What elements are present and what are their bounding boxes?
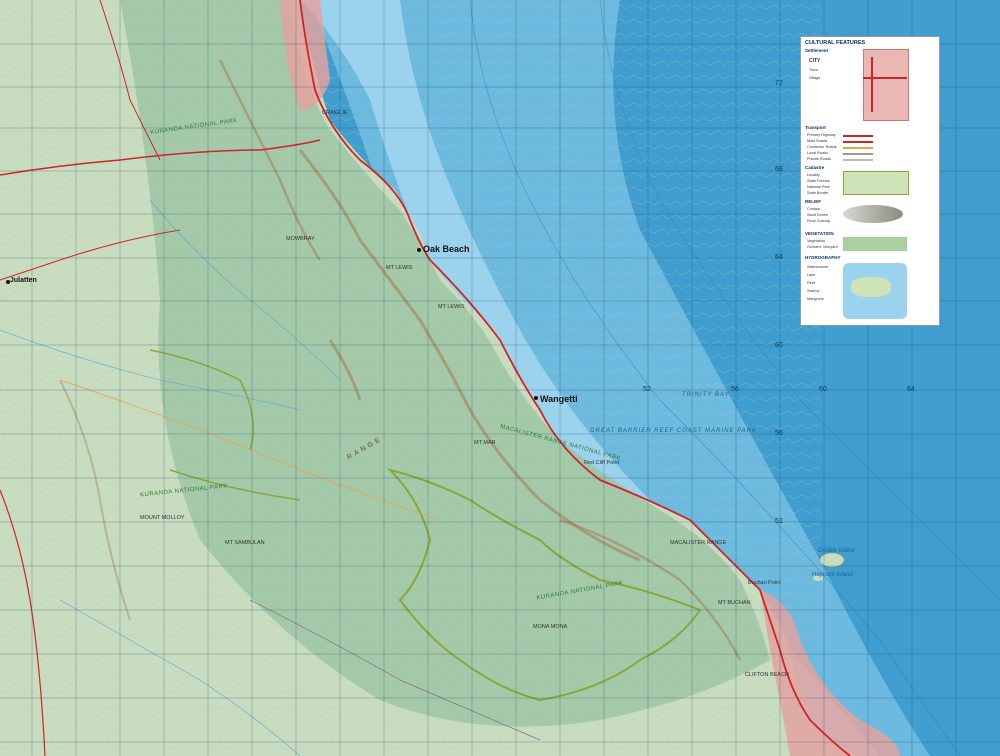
legend-heading-vegetation: VEGETATION	[805, 231, 834, 236]
label-oak-beach[interactable]: Oak Beach	[423, 244, 470, 254]
legend-urban-swatch	[863, 49, 909, 121]
legend-line-local	[843, 153, 873, 155]
label-mt-buchan[interactable]: MT BUCHAN	[718, 600, 751, 606]
map-legend[interactable]: CULTURAL FEATURES Settlement CITY Town V…	[800, 36, 940, 326]
legend-urban-roads	[863, 77, 907, 79]
label-clifton-beach[interactable]: CLIFTON BEACH	[745, 672, 789, 678]
grid-label-x-60: 60	[819, 386, 827, 393]
legend-park-swatch	[843, 171, 909, 195]
label-mt-mar[interactable]: MT MAR	[474, 440, 496, 446]
label-mount-molloy[interactable]: MOUNT MOLLOY	[140, 515, 185, 521]
legend-item-contour: Contour	[807, 207, 821, 211]
legend-item-national-park: National Park	[807, 185, 830, 189]
grid-label-x-56: 56	[731, 386, 739, 393]
legend-item-local-roads: Local Roads	[807, 151, 829, 155]
legend-item-swamp: Swamp	[807, 289, 820, 293]
label-julatten[interactable]: Julatten	[10, 277, 37, 284]
label-mt-lewis[interactable]: MT LEWIS	[386, 265, 413, 271]
legend-water-swatch-land	[851, 277, 891, 297]
label-buchan-point[interactable]: Buchan Point	[748, 580, 781, 586]
legend-item-watercourse: Watercourse	[807, 265, 829, 269]
grid-label-x-52: 52	[643, 386, 651, 393]
legend-title: CULTURAL FEATURES	[805, 40, 866, 46]
legend-heading-settlement: Settlement	[805, 48, 829, 53]
legend-item-orchard: Orchard, Vineyard	[807, 245, 838, 249]
grid-label-y-72: 72	[775, 80, 783, 87]
legend-relief-swatch	[843, 205, 903, 223]
grid-label-y-56: 56	[775, 430, 783, 437]
legend-item-state-forests: State Forests	[807, 179, 830, 183]
legend-heading-hydrography: HYDROGRAPHY	[805, 255, 841, 260]
legend-heading-transport: Transport	[805, 125, 826, 130]
label-mowbray[interactable]: MOWBRAY	[286, 236, 315, 242]
legend-item-locality: Locality	[807, 173, 820, 177]
legend-item-primary-highway: Primary Highway	[807, 133, 836, 137]
contour-texture	[0, 0, 820, 756]
legend-urban-roads	[871, 57, 873, 112]
double-island-shape	[819, 552, 845, 568]
legend-item-town: Town	[809, 68, 818, 72]
grid-label-y-60: 60	[775, 342, 783, 349]
legend-item-lake: Lake	[807, 273, 816, 277]
legend-vegetation-swatch	[843, 237, 907, 251]
legend-item-city: CITY	[809, 58, 821, 64]
legend-item-mangrove: Mangrove	[807, 297, 824, 301]
label-macalister-range[interactable]: MACALISTER RANGE	[670, 540, 726, 546]
legend-item-village: Village	[809, 76, 821, 80]
legend-item-main-roads: Main Roads	[807, 139, 828, 143]
legend-line-primary	[843, 135, 873, 137]
legend-line-main	[843, 141, 873, 143]
label-craiglie[interactable]: CRAIGLIE	[322, 110, 348, 116]
grid-label-y-64: 64	[775, 254, 783, 261]
label-great-barrier-reef[interactable]: GREAT BARRIER REEF COAST MARINE PARK	[590, 428, 757, 434]
legend-heading-relief: RELIEF	[805, 199, 822, 204]
legend-line-private	[843, 159, 873, 161]
legend-item-rock-outcrop: Rock Outcrop	[807, 219, 831, 223]
oak-beach-marker	[417, 248, 421, 252]
label-mt-lewis-2[interactable]: MT LEWIS	[438, 304, 465, 310]
label-red-cliff-point[interactable]: Red Cliff Point	[584, 460, 619, 466]
grid-label-y-52: 52	[775, 518, 783, 525]
legend-item-vegetation: Vegetation	[807, 239, 825, 243]
legend-item-state-border: State Border	[807, 191, 829, 195]
legend-item-private-roads: Private Roads	[807, 157, 831, 161]
label-wangetti[interactable]: Wangetti	[540, 394, 578, 404]
wangetti-marker	[534, 396, 538, 400]
label-mt-sambulan[interactable]: MT SAMBULAN	[225, 540, 265, 546]
legend-item-reef: Reef	[807, 281, 816, 285]
legend-item-connector-roads: Connector Roads	[807, 145, 837, 149]
label-double-island[interactable]: Double Island	[818, 548, 855, 554]
label-trinity-bay[interactable]: TRINITY BAY	[682, 392, 729, 398]
legend-item-sand-dunes: Sand Dunes	[807, 213, 828, 217]
label-mona-mona[interactable]: MONA MONA	[533, 624, 567, 630]
legend-heading-cadastre: Cadastre	[805, 165, 825, 170]
label-haycock-island[interactable]: Haycock Island	[812, 572, 853, 578]
grid-label-y-68: 68	[775, 166, 783, 173]
grid-label-x-64: 64	[907, 386, 915, 393]
legend-line-connector	[843, 147, 873, 149]
